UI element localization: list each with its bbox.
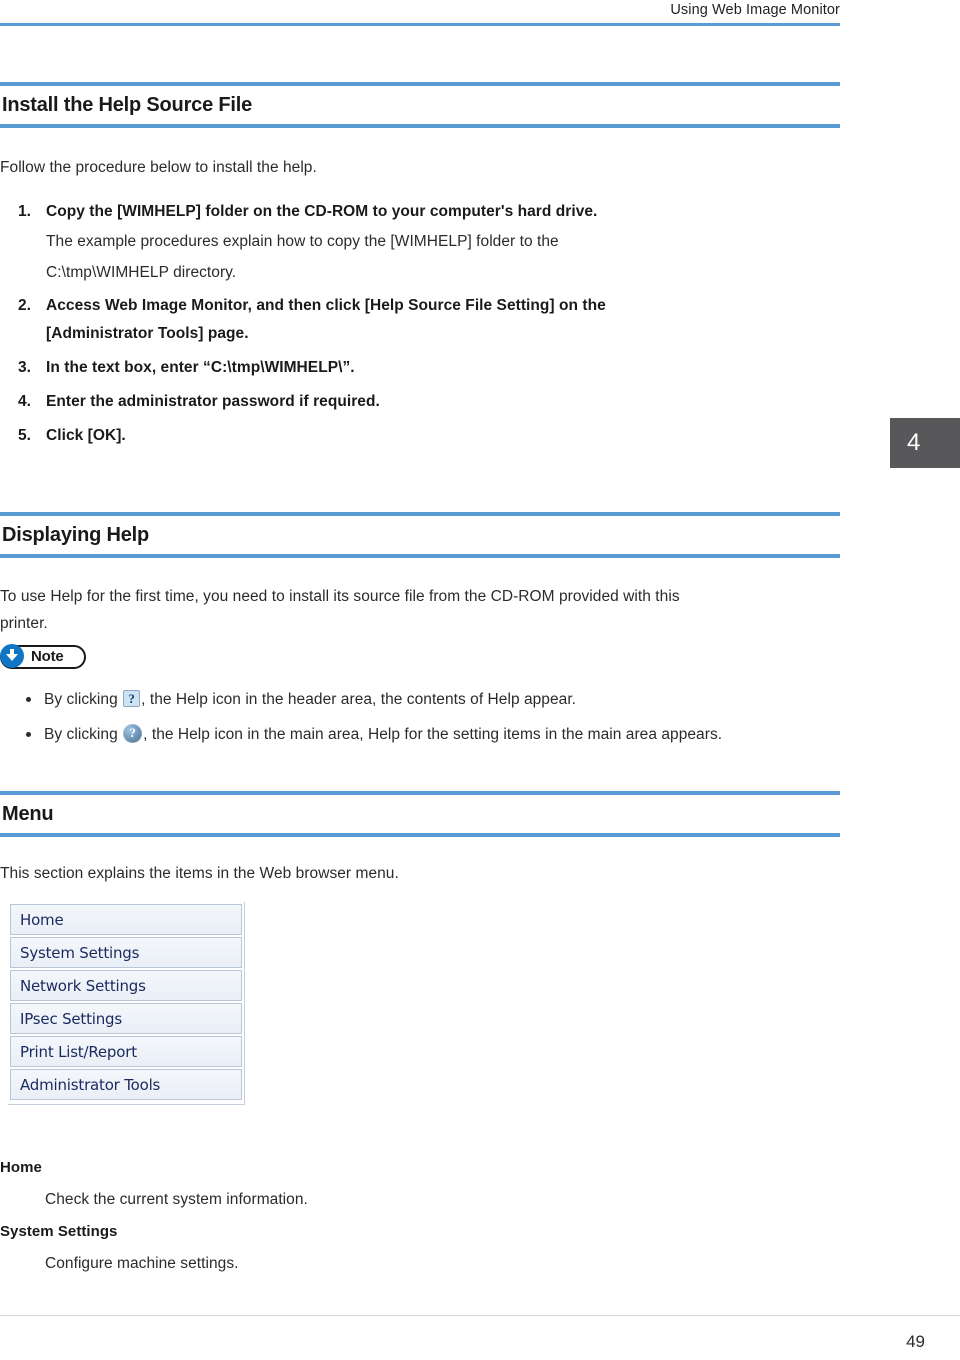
section-menu: Menu (0, 791, 840, 837)
menu-item-system-settings[interactable]: System Settings (10, 937, 242, 968)
step-title: Enter the administrator password if requ… (46, 393, 380, 410)
note-badge: Note (0, 644, 86, 669)
section-intro-paragraph-line: To use Help for the first time, you need… (0, 588, 680, 605)
procedure-step-list: 1. Copy the [WIMHELP] folder on the CD-R… (0, 198, 760, 452)
footer-divider (0, 1315, 960, 1316)
step-number: 4. (18, 393, 31, 410)
step-title: [Administrator Tools] page. (46, 325, 249, 342)
procedure-step: 5. Click [OK]. (0, 422, 760, 450)
running-header-title: Using Web Image Monitor (670, 2, 840, 18)
procedure-step: 3. In the text box, enter “C:\tmp\WIMHEL… (0, 354, 760, 382)
step-title: In the text box, enter “C:\tmp\WIMHELP\”… (46, 359, 355, 376)
section-intro-paragraph-line: printer. (0, 615, 48, 632)
menu-item-print-list-report[interactable]: Print List/Report (10, 1036, 242, 1067)
bullet-dot (26, 697, 31, 702)
definition-description: Check the current system information. (45, 1191, 308, 1208)
note-label: Note (31, 648, 64, 665)
section-rule-bottom (0, 833, 840, 837)
menu-definition-list: Home Check the current system informatio… (0, 1152, 840, 1280)
menu-item-home[interactable]: Home (10, 904, 242, 935)
list-item: By clicking ? , the Help icon in the main… (0, 717, 840, 752)
procedure-step: 1. Copy the [WIMHELP] folder on the CD-R… (0, 198, 760, 288)
definition-term: System Settings (0, 1223, 118, 1240)
bullet-text-after: , the Help icon in the header area, the … (141, 691, 577, 708)
step-title: Access Web Image Monitor, and then click… (46, 297, 606, 314)
step-body-line: C:\tmp\WIMHELP directory. (46, 264, 237, 281)
section-intro-paragraph: This section explains the items in the W… (0, 865, 399, 882)
section-heading: Displaying Help (2, 524, 150, 546)
bullet-dot (26, 732, 31, 737)
definition-description: Configure machine settings. (45, 1255, 239, 1272)
menu-item-network-settings[interactable]: Network Settings (10, 970, 242, 1001)
step-number: 1. (18, 203, 31, 220)
page-header: Using Web Image Monitor (0, 0, 840, 38)
help-question-round-icon[interactable]: ? (123, 724, 143, 743)
chapter-tab-marker: 4 (890, 418, 960, 468)
help-icon-glyph: ? (128, 691, 135, 706)
section-displaying-help: Displaying Help (0, 512, 840, 558)
section-install-help-source-file: Install the Help Source File (0, 82, 840, 128)
section-heading: Install the Help Source File (2, 94, 253, 116)
step-title: Click [OK]. (46, 427, 126, 444)
menu-item-ipsec-settings[interactable]: IPsec Settings (10, 1003, 242, 1034)
step-number: 3. (18, 359, 31, 376)
procedure-step: 2. Access Web Image Monitor, and then cl… (0, 292, 760, 348)
section-rule-bottom (0, 124, 840, 128)
help-question-square-icon[interactable]: ? (123, 690, 141, 707)
step-body-line: The example procedures explain how to co… (46, 233, 559, 250)
section-intro-paragraph: Follow the procedure below to install th… (0, 159, 317, 176)
page-number: 49 (906, 1332, 925, 1351)
header-rule (0, 23, 840, 26)
down-arrow-circle-icon (0, 644, 24, 668)
section-heading: Menu (2, 803, 54, 825)
bullet-text-before: By clicking (44, 726, 123, 743)
menu-item-administrator-tools[interactable]: Administrator Tools (10, 1069, 242, 1100)
list-item: By clicking ? , the Help icon in the head… (0, 682, 840, 717)
web-image-monitor-menu-screenshot: Home System Settings Network Settings IP… (8, 902, 245, 1105)
help-icon-glyph: ? (129, 725, 136, 740)
section-rule-bottom (0, 554, 840, 558)
note-bullet-list: By clicking ? , the Help icon in the head… (0, 682, 840, 752)
step-number: 2. (18, 297, 31, 314)
step-number: 5. (18, 427, 31, 444)
bullet-text-after: , the Help icon in the main area, Help f… (143, 726, 723, 743)
procedure-step: 4. Enter the administrator password if r… (0, 388, 760, 416)
definition-term: Home (0, 1159, 42, 1176)
step-title: Copy the [WIMHELP] folder on the CD-ROM … (46, 203, 598, 220)
bullet-text-before: By clicking (44, 691, 123, 708)
